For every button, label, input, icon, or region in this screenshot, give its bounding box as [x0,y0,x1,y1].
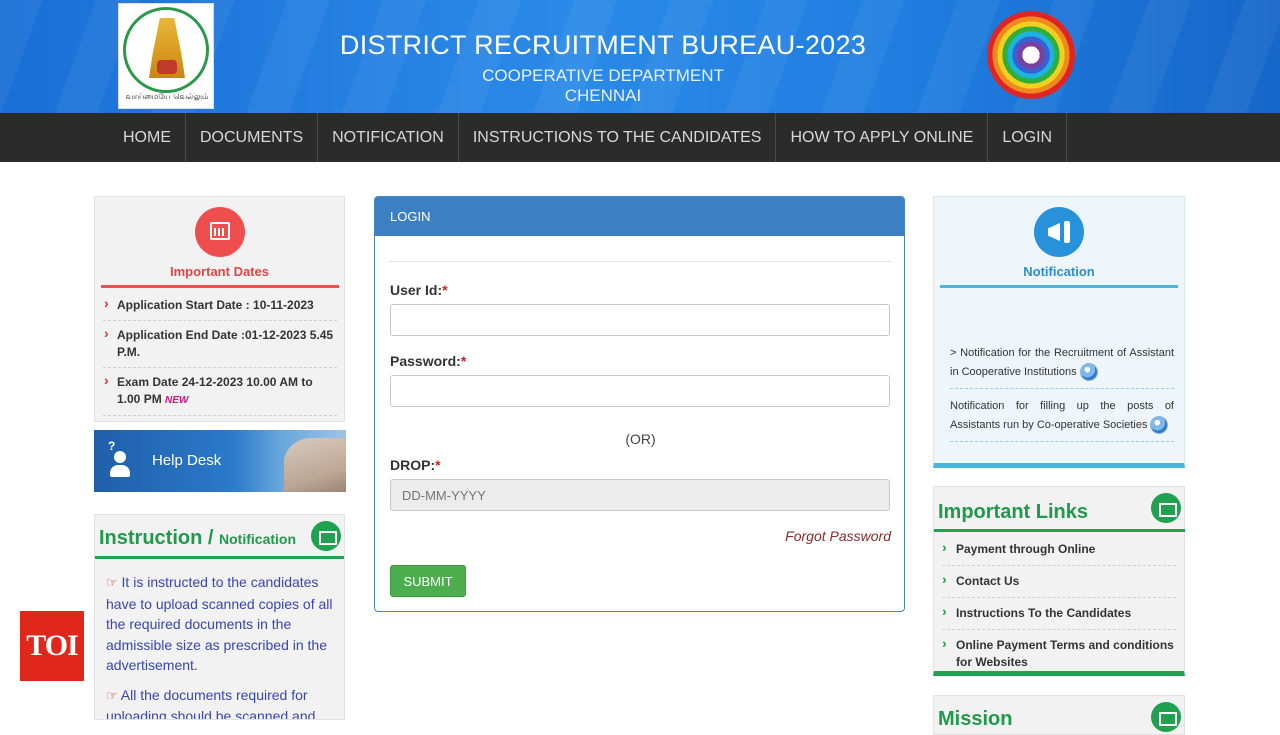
important-dates-panel: Important Dates Application Start Date :… [94,196,345,422]
new-badge: NEW [165,395,189,406]
site-subtitle-city: CHENNAI [564,86,642,105]
divider [940,285,1178,288]
instruction-paragraph: ☞ All the documents required for uploadi… [106,686,316,720]
submit-button[interactable]: SUBMIT [390,565,466,597]
important-links-panel: Important Links Payment through Online C… [933,486,1185,676]
support-person-icon: ? [108,439,134,479]
nav-home[interactable]: HOME [109,113,186,162]
tamil-nadu-emblem-logo: வாய்மையே வெல்லும் [118,3,214,109]
login-panel: LOGIN User Id:* Password:* (OR) DROP:* F… [374,196,905,612]
important-dates-title: Important Dates [170,264,269,279]
important-links-list: Payment through Online Contact Us Instru… [942,534,1176,678]
notification-item[interactable]: Notification for filling up the posts of… [950,395,1174,442]
folder-icon [311,521,341,551]
instruction-text: ☞ It is instructed to the candidates hav… [106,572,338,720]
drop-date-input[interactable] [390,479,890,511]
list-item: Application Start Date : 10-11-2023 [103,291,337,321]
instruction-panel: Instruction / Notification ☞ It is instr… [94,514,345,720]
pointing-hand-icon: ☞ [106,687,118,703]
divider [95,556,344,559]
lion-capital-icon [157,60,177,74]
cooperative-rainbow-logo [987,11,1075,99]
list-item: Exam Date 24-12-2023 10.00 AM to 1.00 PM… [103,368,337,416]
forgot-password-link[interactable]: Forgot Password [725,528,891,544]
help-desk-banner[interactable]: ? Help Desk [94,430,346,492]
notification-title: Notification [1023,264,1095,279]
nav-how-to-apply[interactable]: HOW TO APPLY ONLINE [776,113,989,162]
nav-login[interactable]: LOGIN [988,113,1068,162]
globe-icon[interactable] [1079,363,1098,382]
folder-icon [1151,702,1181,732]
main-nav: HOME DOCUMENTS NOTIFICATION INSTRUCTIONS… [0,113,1280,162]
pointing-hand-icon: ☞ [106,575,118,590]
divider [389,261,891,262]
user-id-input[interactable] [390,304,890,336]
important-links-title: Important Links [938,501,1089,523]
help-desk-label: Help Desk [152,452,222,469]
nav-instructions[interactable]: INSTRUCTIONS TO THE CANDIDATES [459,113,777,162]
list-item: Application End Date :01-12-2023 5.45 P.… [103,321,337,368]
password-input[interactable] [390,375,890,407]
link-payment-terms[interactable]: Online Payment Terms and conditions for … [942,630,1176,678]
site-header: வாய்மையே வெல்லும் DISTRICT RECRUITMENT B… [0,0,1280,113]
or-separator: (OR) [625,431,656,447]
calendar-icon [195,207,245,257]
link-payment-online[interactable]: Payment through Online [942,534,1176,566]
hand-touch-image [284,438,346,492]
notification-list: > Notification for the Recruitment of As… [950,342,1174,448]
notification-item[interactable]: > Notification for the Recruitment of As… [950,342,1174,389]
notification-panel: Notification > Notification for the Recr… [933,196,1185,468]
important-dates-list: Application Start Date : 10-11-2023 Appl… [103,291,337,416]
instruction-title: Instruction / Notification [99,527,297,549]
user-id-label: User Id:* [390,282,448,298]
nav-notification[interactable]: NOTIFICATION [318,113,459,162]
emblem-motto: வாய்மையே வெல்லும் [125,92,209,101]
login-panel-header: LOGIN [375,197,904,236]
globe-icon[interactable] [1150,416,1169,435]
password-label: Password:* [390,353,467,369]
nav-documents[interactable]: DOCUMENTS [186,113,319,162]
megaphone-icon [1034,207,1084,257]
divider [934,529,1185,532]
toi-watermark-logo: TOI [20,611,84,681]
mission-panel: Mission [933,695,1185,735]
folder-icon [1151,493,1181,523]
site-title: DISTRICT RECRUITMENT BUREAU-2023 [339,30,867,60]
site-subtitle-department: COOPERATIVE DEPARTMENT [482,66,724,85]
link-contact-us[interactable]: Contact Us [942,566,1176,598]
link-instructions[interactable]: Instructions To the Candidates [942,598,1176,630]
divider [101,285,339,288]
instruction-paragraph: ☞ It is instructed to the candidates hav… [106,574,333,673]
drop-label: DROP:* [390,457,441,473]
